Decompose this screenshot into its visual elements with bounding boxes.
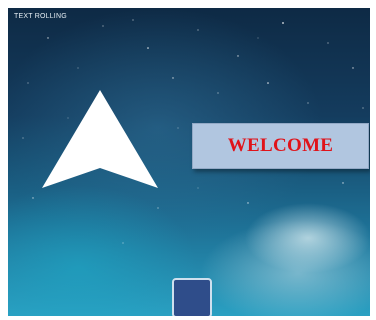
app-screen: TEXT ROLLING WELCOME — [8, 8, 370, 316]
welcome-banner: WELCOME — [192, 123, 369, 169]
screen-title: TEXT ROLLING — [14, 13, 67, 20]
square-button[interactable] — [172, 278, 212, 316]
welcome-text: WELCOME — [227, 135, 334, 156]
arrow-up-icon[interactable] — [40, 88, 160, 192]
